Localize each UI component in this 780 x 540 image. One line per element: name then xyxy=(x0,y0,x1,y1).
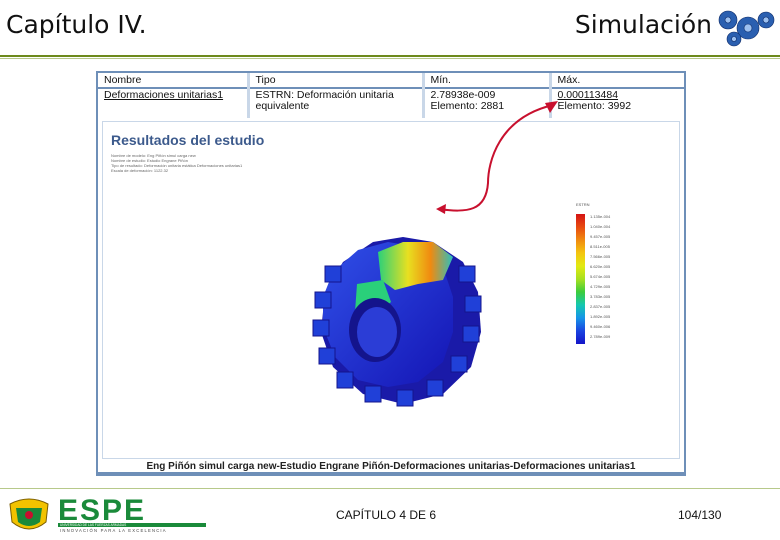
col-header-max: Máx. xyxy=(550,73,684,89)
result-type-line2: equivalente xyxy=(255,100,310,112)
results-viewport: Resultados del estudio Nombre de modelo:… xyxy=(102,121,680,459)
legend-label: 1.892e-005 xyxy=(590,314,611,319)
legend-title: ESTRN xyxy=(576,202,590,207)
results-title: Resultados del estudio xyxy=(111,132,265,148)
gear-strain-plot xyxy=(312,237,482,407)
legend-label: 7.566e-005 xyxy=(590,254,611,259)
model-metadata: Nombre de modelo: Eng Piñón simul carga … xyxy=(111,153,242,173)
legend-label: 1.135e-004 xyxy=(590,214,611,219)
col-header-nombre: Nombre xyxy=(98,73,250,89)
col-header-min: Mín. xyxy=(423,73,552,89)
legend-label: 4.729e-005 xyxy=(590,284,611,289)
espe-logo-text: ESPE xyxy=(58,494,146,527)
legend-colorbar xyxy=(576,214,585,344)
chapter-title: Capítulo IV. xyxy=(6,10,147,39)
max-element: Elemento: 3992 xyxy=(557,100,632,112)
legend-label: 8.511e-005 xyxy=(590,244,610,249)
table-row: Deformaciones unitarias1 ESTRN: Deformac… xyxy=(98,88,684,118)
page-number: 104/130 xyxy=(678,508,722,522)
legend-label: 2.789e-009 xyxy=(590,334,611,339)
results-caption: Eng Piñón simul carga new-Estudio Engran… xyxy=(146,461,636,472)
section-title: Simulación xyxy=(574,10,712,39)
legend-label: 9.460e-006 xyxy=(590,324,611,329)
university-crest-icon xyxy=(9,498,49,530)
header-rule-thin xyxy=(0,58,780,59)
espe-university-line: UNIVERSIDAD DE LAS FUERZAS ARMADAS xyxy=(60,523,126,527)
presentation-slide: Capítulo IV. Simulación Nombre Tipo Mín.… xyxy=(0,0,780,540)
espe-motto: INNOVACIÓN PARA LA EXCELENCIA xyxy=(60,528,167,533)
gears-logo-icon xyxy=(718,10,775,47)
frame-bottom-strip xyxy=(98,472,684,475)
chapter-indicator: CAPÍTULO 4 DE 6 xyxy=(336,508,437,522)
meta-line: Escala de deformación: 1122.32 xyxy=(111,168,169,173)
legend-label: 2.837e-005 xyxy=(590,304,611,309)
header-rule xyxy=(0,55,780,57)
col-header-tipo: Tipo xyxy=(248,73,425,89)
study-results-frame: Nombre Tipo Mín. Máx. Deformaciones unit… xyxy=(96,71,686,476)
results-properties-table: Nombre Tipo Mín. Máx. Deformaciones unit… xyxy=(98,73,684,118)
table-header-row: Nombre Tipo Mín. Máx. xyxy=(98,73,684,89)
legend-label: 1.040e-004 xyxy=(590,224,611,229)
legend-label: 6.620e-005 xyxy=(590,264,611,269)
legend-label: 5.674e-005 xyxy=(590,274,611,279)
legend-label: 9.457e-005 xyxy=(590,234,611,239)
espe-logo: ESPE UNIVERSIDAD DE LAS FUERZAS ARMADAS … xyxy=(58,494,206,533)
legend-label: 3.783e-005 xyxy=(590,294,611,299)
gear-body xyxy=(312,237,482,407)
footer-rule xyxy=(0,488,780,489)
result-name: Deformaciones unitarias1 xyxy=(104,89,224,101)
min-element: Elemento: 2881 xyxy=(430,100,505,112)
